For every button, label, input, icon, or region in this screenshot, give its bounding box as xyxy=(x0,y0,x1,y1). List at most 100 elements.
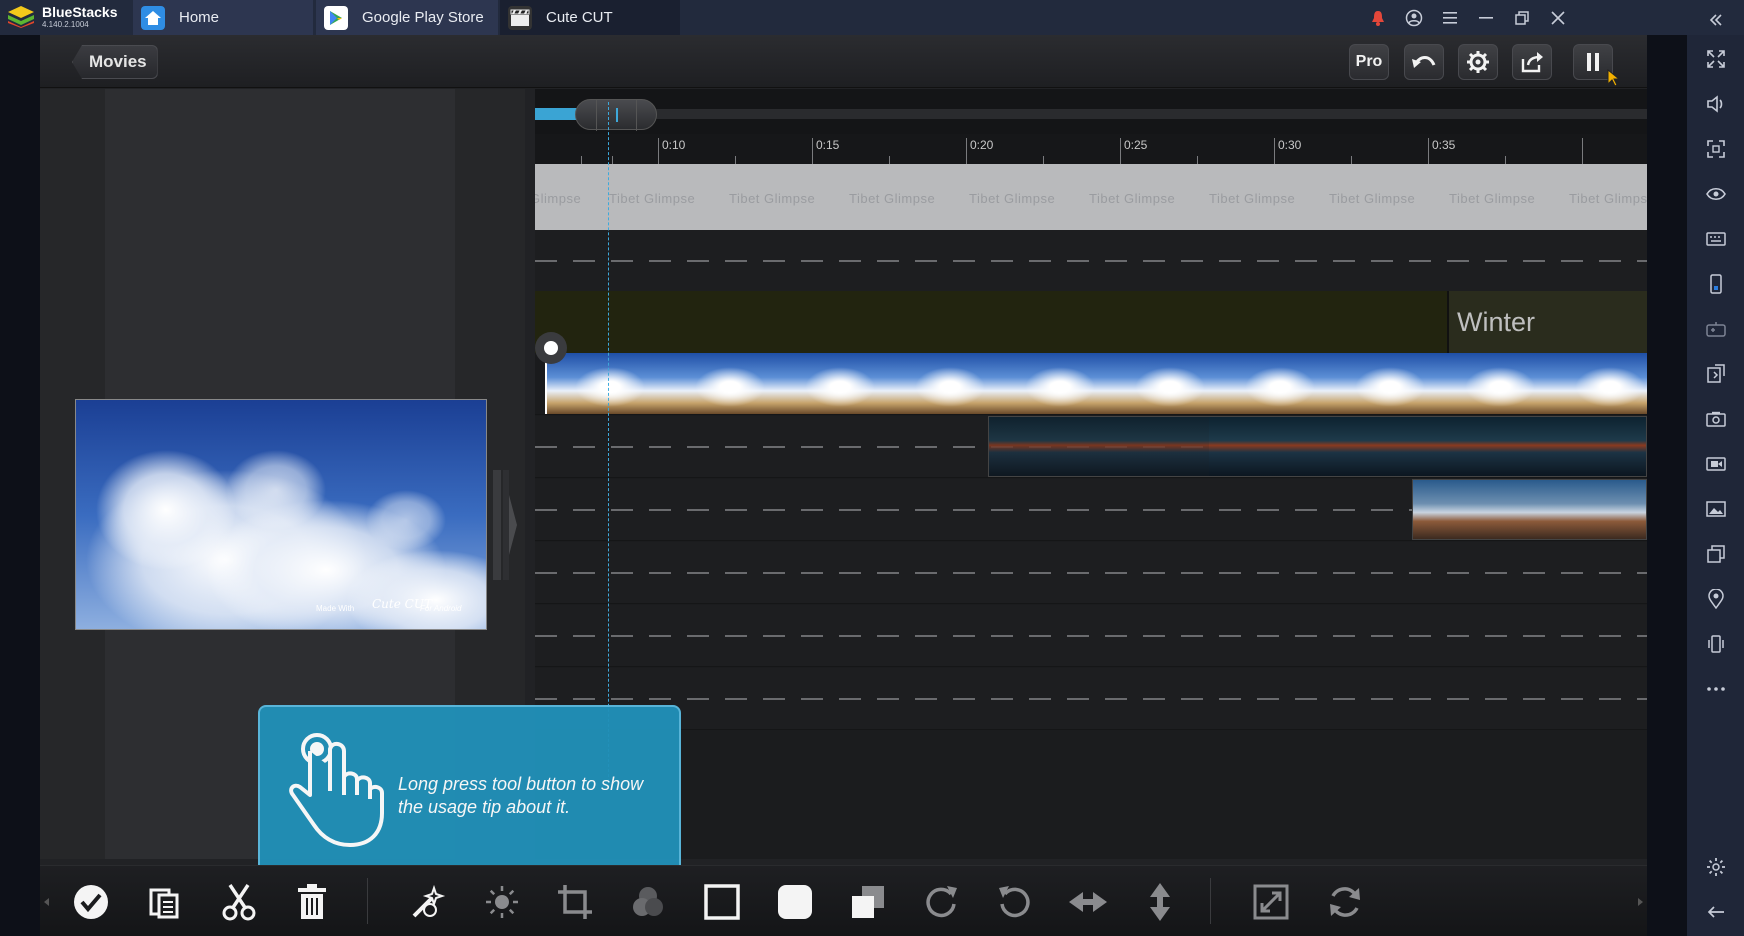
play-store-icon xyxy=(324,5,348,30)
empty-track[interactable] xyxy=(535,605,1647,667)
camera-icon[interactable] xyxy=(1704,407,1728,431)
restore-icon[interactable] xyxy=(1504,0,1540,35)
trash-icon xyxy=(298,884,326,919)
minimize-icon[interactable] xyxy=(1468,0,1504,35)
panel-collapse-arrow-icon[interactable] xyxy=(493,470,517,580)
rotate-left-button[interactable] xyxy=(995,882,1035,922)
magic-tool-button[interactable] xyxy=(408,882,448,922)
watermark-platform: For Android xyxy=(420,604,462,613)
gamepad-icon[interactable] xyxy=(1704,317,1728,341)
bluestacks-logo-icon xyxy=(8,6,34,28)
check-icon xyxy=(74,885,108,919)
video-track[interactable] xyxy=(535,353,1647,415)
empty-track[interactable] xyxy=(535,542,1647,604)
peak-video-clip[interactable] xyxy=(1412,479,1647,540)
mouse-cursor-icon xyxy=(1607,69,1621,87)
gallery-icon[interactable] xyxy=(1704,497,1728,521)
rounded-frame-button[interactable] xyxy=(775,882,815,922)
rotate-right-button[interactable] xyxy=(921,882,961,922)
reset-button[interactable] xyxy=(1325,882,1365,922)
mountain-video-clip[interactable] xyxy=(988,416,1647,477)
home-icon xyxy=(141,5,165,30)
music-track-label: Tibet Glimpse xyxy=(729,191,816,206)
back-icon[interactable] xyxy=(1704,900,1728,924)
bell-icon[interactable] xyxy=(1360,0,1396,35)
flip-horizontal-button[interactable] xyxy=(1068,882,1108,922)
pro-button[interactable]: Pro xyxy=(1349,44,1389,80)
frame-button[interactable] xyxy=(702,882,742,922)
usage-tip-text: Long press tool button to show the usage… xyxy=(398,774,644,817)
tab-cute-cut[interactable]: Cute CUT xyxy=(500,0,680,35)
keyboard-icon[interactable] xyxy=(1704,227,1728,251)
phone-icon[interactable] xyxy=(1704,272,1728,296)
video-preview[interactable]: Made With Cute CUT For Android xyxy=(75,399,487,630)
title-track[interactable]: Winter xyxy=(535,291,1647,353)
music-track-label: Tibet Glimpse xyxy=(609,191,696,206)
fit-screen-button[interactable] xyxy=(1251,882,1291,922)
video-record-icon[interactable] xyxy=(1704,452,1728,476)
color-button[interactable] xyxy=(628,882,668,922)
time-label: 0:35 xyxy=(1432,138,1456,152)
fullscreen-icon[interactable] xyxy=(1704,137,1728,161)
frame-icon xyxy=(704,884,740,920)
music-track[interactable]: Tibet Glimpse Tibet Glimpse Tibet Glimps… xyxy=(535,164,1647,230)
zoom-scrubber[interactable] xyxy=(535,89,1647,134)
close-icon[interactable] xyxy=(1540,0,1576,35)
scrubber-fill xyxy=(535,108,580,120)
sky-video-clip[interactable] xyxy=(545,353,1647,414)
settings-button[interactable] xyxy=(1458,44,1498,80)
sky-preview-image xyxy=(76,400,486,629)
settings-icon[interactable] xyxy=(1704,855,1728,879)
expand-icon[interactable] xyxy=(1704,47,1728,71)
window-controls xyxy=(1360,0,1576,35)
tab-home[interactable]: Home xyxy=(133,0,313,35)
gear-icon xyxy=(1467,51,1489,73)
install-apk-icon[interactable] xyxy=(1704,362,1728,386)
shake-icon[interactable] xyxy=(1704,632,1728,656)
flip-vertical-icon xyxy=(1150,883,1170,921)
crop-button[interactable] xyxy=(555,882,595,922)
confirm-button[interactable] xyxy=(71,882,111,922)
title-clip-winter[interactable]: Winter xyxy=(1447,291,1647,353)
app-topbar: Movies Pro xyxy=(40,35,1647,88)
rounded-frame-icon xyxy=(778,885,812,919)
brightness-button[interactable] xyxy=(482,882,522,922)
copy-button[interactable] xyxy=(145,882,185,922)
multi-instance-icon[interactable] xyxy=(1704,542,1728,566)
tab-label: Home xyxy=(179,9,220,26)
volume-icon[interactable] xyxy=(1704,92,1728,116)
magic-wand-icon xyxy=(412,884,446,918)
share-icon xyxy=(1521,52,1543,73)
scissors-icon xyxy=(222,884,256,921)
empty-track[interactable] xyxy=(535,668,1647,730)
brand-version: 4.140.2.1004 xyxy=(42,20,89,29)
layer-button[interactable] xyxy=(848,882,888,922)
music-track-label: Tibet Glimpse xyxy=(969,191,1056,206)
overlay-track-2[interactable] xyxy=(535,479,1647,541)
watermark-made-with: Made With xyxy=(316,604,355,613)
delete-button[interactable] xyxy=(292,882,332,922)
bluestacks-sidebar xyxy=(1687,14,1744,936)
playhead-handle[interactable] xyxy=(535,332,567,364)
location-icon[interactable] xyxy=(1704,587,1728,611)
undo-button[interactable] xyxy=(1404,44,1444,80)
music-track-label: Tibet Glimpse xyxy=(1089,191,1176,206)
collapse-sidebar-icon[interactable] xyxy=(1704,8,1728,32)
eye-icon[interactable] xyxy=(1704,182,1728,206)
menu-icon[interactable] xyxy=(1432,0,1468,35)
tab-label: Cute CUT xyxy=(546,9,613,26)
bottom-toolbar xyxy=(40,865,1647,936)
timeline: 0:10 0:15 0:20 0:25 0:30 0:35 Tibet Glim… xyxy=(535,89,1647,859)
cut-button[interactable] xyxy=(219,882,259,922)
more-icon[interactable] xyxy=(1704,677,1728,701)
overlay-track-1[interactable] xyxy=(535,416,1647,478)
toolbar-scroll-right-icon xyxy=(1638,898,1643,906)
scrubber-knob[interactable] xyxy=(575,99,657,131)
brightness-icon xyxy=(486,886,518,918)
empty-track[interactable] xyxy=(535,230,1647,292)
movies-back-button[interactable]: Movies xyxy=(72,45,158,79)
flip-vertical-button[interactable] xyxy=(1140,882,1180,922)
tab-google-play[interactable]: Google Play Store xyxy=(316,0,498,35)
account-icon[interactable] xyxy=(1396,0,1432,35)
share-button[interactable] xyxy=(1512,44,1552,80)
